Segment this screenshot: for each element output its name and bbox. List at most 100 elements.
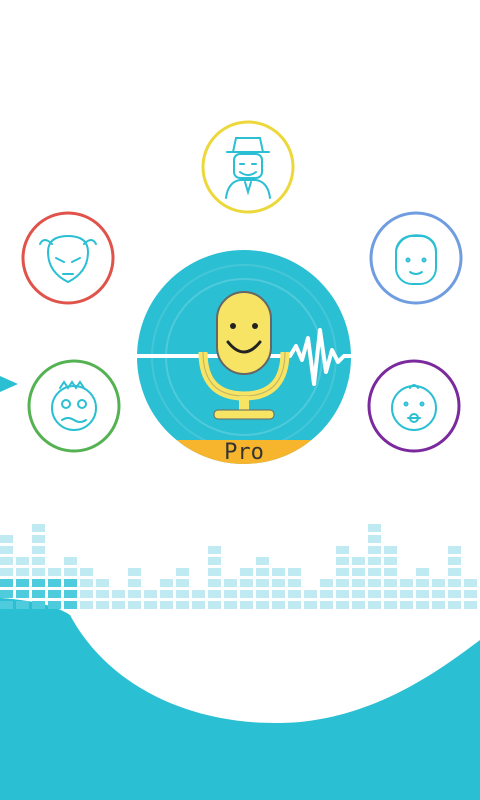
equalizer-segment	[384, 590, 397, 598]
equalizer-segment	[160, 590, 173, 598]
equalizer-segment	[208, 601, 221, 609]
equalizer-segment	[224, 590, 237, 598]
equalizer-segment	[128, 590, 141, 598]
equalizer-segment	[32, 579, 45, 587]
equalizer-segment	[336, 546, 349, 554]
equalizer-segment	[256, 557, 269, 565]
equalizer-segment	[272, 601, 285, 609]
equalizer-segment	[352, 557, 365, 565]
equalizer-segment	[176, 579, 189, 587]
equalizer-segment	[368, 535, 381, 543]
equalizer-segment	[336, 590, 349, 598]
app-logo: Pro	[137, 250, 351, 465]
equalizer-segment	[256, 601, 269, 609]
equalizer-segment	[368, 579, 381, 587]
baby-voice-button[interactable]	[367, 359, 461, 453]
equalizer-segment	[208, 568, 221, 576]
boy-voice-button[interactable]	[369, 211, 463, 305]
equalizer-segment	[144, 601, 157, 609]
equalizer-segment	[96, 601, 109, 609]
equalizer-segment	[400, 601, 413, 609]
equalizer-segment	[160, 601, 173, 609]
equalizer-segment	[144, 590, 157, 598]
equalizer-segment	[160, 579, 173, 587]
equalizer-segment	[368, 524, 381, 532]
equalizer-segment	[288, 579, 301, 587]
equalizer-segment	[0, 546, 13, 554]
equalizer-segment	[432, 579, 445, 587]
equalizer-segment	[16, 557, 29, 565]
equalizer-segment	[416, 601, 429, 609]
equalizer-segment	[32, 601, 45, 609]
equalizer-segment	[384, 546, 397, 554]
equalizer-segment	[416, 590, 429, 598]
equalizer-segment	[256, 568, 269, 576]
equalizer-segment	[240, 579, 253, 587]
equalizer-segment	[448, 568, 461, 576]
equalizer-segment	[352, 590, 365, 598]
old-man-voice-button[interactable]	[201, 120, 295, 214]
equalizer-segment	[368, 546, 381, 554]
equalizer-segment	[416, 579, 429, 587]
equalizer-segment	[16, 590, 29, 598]
equalizer-segment	[16, 579, 29, 587]
zombie-voice-button[interactable]	[27, 359, 121, 453]
equalizer-segment	[0, 590, 13, 598]
equalizer-segment	[80, 601, 93, 609]
alien-voice-button[interactable]	[21, 211, 115, 305]
equalizer-segment	[16, 601, 29, 609]
equalizer-segment	[112, 590, 125, 598]
equalizer-segment	[416, 568, 429, 576]
equalizer-segment	[448, 601, 461, 609]
equalizer-segment	[80, 590, 93, 598]
equalizer-segment	[208, 546, 221, 554]
equalizer-segment	[464, 590, 477, 598]
equalizer-segment	[336, 557, 349, 565]
equalizer-segment	[64, 568, 77, 576]
equalizer-segment	[64, 601, 77, 609]
equalizer-segment	[80, 568, 93, 576]
equalizer-segment	[112, 601, 125, 609]
equalizer-segment	[0, 579, 13, 587]
equalizer-segment	[224, 579, 237, 587]
equalizer-segment	[288, 601, 301, 609]
equalizer-segment	[96, 579, 109, 587]
equalizer-segment	[208, 579, 221, 587]
equalizer-segment	[32, 568, 45, 576]
equalizer-segment	[224, 601, 237, 609]
bottom-wave	[0, 598, 480, 800]
pro-badge-label: Pro	[224, 440, 264, 465]
equalizer-segment	[96, 590, 109, 598]
equalizer-segment	[368, 568, 381, 576]
equalizer-segment	[128, 601, 141, 609]
equalizer-segment	[368, 590, 381, 598]
equalizer-segment	[368, 601, 381, 609]
equalizer-segment	[384, 557, 397, 565]
equalizer-segment	[240, 568, 253, 576]
equalizer-segment	[352, 579, 365, 587]
equalizer-segment	[192, 590, 205, 598]
equalizer-segment	[0, 601, 13, 609]
equalizer-segment	[448, 590, 461, 598]
equalizer-segment	[16, 568, 29, 576]
equalizer-segment	[0, 568, 13, 576]
equalizer-segment	[336, 601, 349, 609]
equalizer-segment	[352, 568, 365, 576]
equalizer-segment	[0, 557, 13, 565]
splash-screen: Pro	[0, 0, 480, 800]
equalizer-segment	[336, 579, 349, 587]
equalizer-segment	[352, 601, 365, 609]
equalizer-segment	[320, 579, 333, 587]
equalizer-segment	[320, 601, 333, 609]
equalizer-segment	[272, 590, 285, 598]
equalizer-segment	[304, 601, 317, 609]
equalizer-segment	[64, 579, 77, 587]
equalizer-segment	[128, 579, 141, 587]
equalizer-segment	[288, 590, 301, 598]
equalizer-segment	[48, 601, 61, 609]
left-pointer-shape	[0, 376, 18, 392]
equalizer-segment	[32, 557, 45, 565]
equalizer-segment	[368, 557, 381, 565]
equalizer-segment	[448, 579, 461, 587]
equalizer-segment	[32, 535, 45, 543]
